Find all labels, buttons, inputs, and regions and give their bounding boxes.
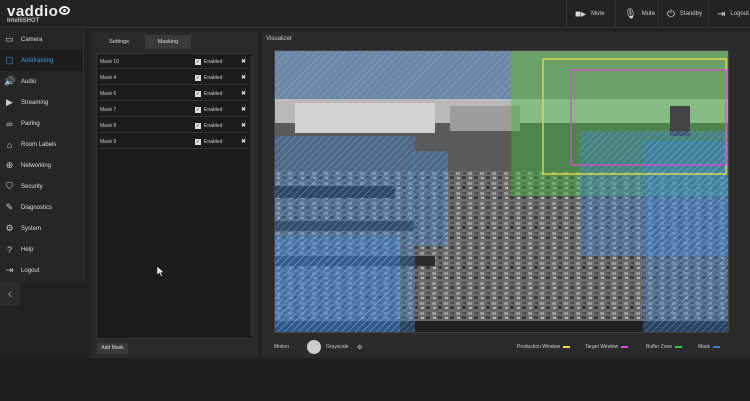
power-icon: ⏻ <box>667 8 675 20</box>
top-bar: vaddio IntelliSHOT ■▸ Mute 🎙 Mute ⏻ Stan… <box>0 0 750 28</box>
sidebar-item-logout[interactable]: ⇥ Logout <box>0 260 83 281</box>
tab-masking[interactable]: Masking <box>145 35 191 49</box>
autoframing-icon: ▢ <box>5 55 14 65</box>
mask-enabled-checkbox[interactable]: ✓ <box>195 123 201 129</box>
legend-swatch <box>712 346 720 348</box>
sidebar-item-security[interactable]: ⛉ Security <box>0 176 83 197</box>
mask-enabled-label: Enabled <box>204 91 223 97</box>
microphone-icon: 🎙 <box>624 8 637 20</box>
sidebar-item-networking[interactable]: ⊕ Networking <box>0 155 83 176</box>
delete-mask-icon[interactable]: ✖ <box>241 58 246 65</box>
link-icon: ∞ <box>6 118 13 129</box>
camera-icon: ▭ <box>5 34 14 44</box>
whiteboard <box>295 103 435 133</box>
sidebar-item-camera[interactable]: ▭ Camera <box>0 29 83 50</box>
legend-swatch <box>621 346 629 348</box>
mask-region <box>413 151 448 246</box>
sidebar-item-autoframing[interactable]: ▢ Autoframing <box>0 50 83 71</box>
mask-name: Mask 10 <box>100 59 119 65</box>
sidebar-item-room-labels[interactable]: ⌂ Room Labels <box>0 134 83 155</box>
legend-production-window: Production Window <box>517 344 571 350</box>
sidebar-item-streaming[interactable]: ▶ Streaming <box>0 92 83 113</box>
delete-mask-icon[interactable]: ✖ <box>241 74 246 81</box>
sidebar-item-system[interactable]: ⚙ System <box>0 218 83 239</box>
mask-row[interactable]: Mask 7 ✓ Enabled ✖ <box>99 104 248 117</box>
visualizer-frame <box>274 50 729 333</box>
mask-enabled-label: Enabled <box>204 123 223 129</box>
tab-settings[interactable]: Settings <box>97 35 141 49</box>
mask-name: Mask 4 <box>100 75 117 81</box>
gear-icon: ⚙ <box>5 223 14 233</box>
visualizer-legend: Motion Grayscale ⚙ Production Window Tar… <box>274 340 744 354</box>
video-camera-icon: ■▸ <box>575 8 587 20</box>
standby-button[interactable]: ⏻ Standby <box>658 0 710 28</box>
mask-enabled-label: Enabled <box>204 107 223 113</box>
video-mute-button[interactable]: ■▸ Mute <box>566 0 612 28</box>
mask-row[interactable]: Mask 9 ✓ Enabled ✖ <box>99 136 248 149</box>
mask-enabled-label: Enabled <box>204 75 223 81</box>
sidebar-item-diagnostics[interactable]: ✎ Diagnostics <box>0 197 83 218</box>
legend-swatch <box>563 346 571 348</box>
mask-name: Mask 8 <box>100 123 117 129</box>
mask-enabled-checkbox[interactable]: ✓ <box>195 75 201 81</box>
mask-row[interactable]: Mask 8 ✓ Enabled ✖ <box>99 120 248 133</box>
mask-enabled-checkbox[interactable]: ✓ <box>195 107 201 113</box>
play-icon: ▶ <box>6 97 13 107</box>
mask-region <box>275 236 400 332</box>
motion-label: Motion <box>274 344 290 350</box>
mask-region <box>643 141 728 332</box>
sidebar-item-pairing[interactable]: ∞ Pairing <box>0 113 83 134</box>
mask-list-scrollbar[interactable] <box>250 56 253 336</box>
visualizer-title: Visualizer <box>266 36 292 42</box>
mask-name: Mask 6 <box>100 91 117 97</box>
product-name: IntelliSHOT <box>7 18 40 24</box>
legend-target-window: Target Window <box>585 344 629 350</box>
network-icon: ⊕ <box>5 160 14 170</box>
mask-row[interactable]: Mask 4 ✓ Enabled ✖ <box>99 72 248 85</box>
wrench-icon: ✎ <box>5 202 14 212</box>
mask-row[interactable]: Mask 10 ✓ Enabled ✖ <box>99 56 248 69</box>
screen <box>450 106 520 131</box>
grayscale-label: Grayscale <box>326 344 349 350</box>
sidebar-item-audio[interactable]: 🔊 Audio <box>0 71 83 92</box>
mask-enabled-checkbox[interactable]: ✓ <box>195 91 201 97</box>
sidebar-collapse-button[interactable]: ‹ <box>0 282 20 306</box>
visualizer-panel: Visualizer Motion Grayscale ⚙ Production… <box>262 32 750 358</box>
mask-list: Mask 10 ✓ Enabled ✖ Mask 4 ✓ Enabled ✖ M… <box>96 53 254 339</box>
mask-name: Mask 9 <box>100 139 117 145</box>
legend-mask: Mask <box>698 344 720 350</box>
delete-mask-icon[interactable]: ✖ <box>241 90 246 97</box>
legend-buffer-zone: Buffer Zone <box>646 344 683 350</box>
settings-gear-icon[interactable]: ⚙ <box>357 344 362 351</box>
audio-mute-button[interactable]: 🎙 Mute <box>615 0 663 28</box>
logout-icon: ⇥ <box>717 8 726 20</box>
mask-enabled-label: Enabled <box>204 59 223 65</box>
grayscale-toggle[interactable] <box>307 340 321 354</box>
mask-name: Mask 7 <box>100 107 117 113</box>
mask-enabled-checkbox[interactable]: ✓ <box>195 59 201 65</box>
mask-enabled-checkbox[interactable]: ✓ <box>195 139 201 145</box>
masking-panel: Settings Masking Mask 10 ✓ Enabled ✖ Mas… <box>91 32 258 358</box>
mask-row[interactable]: Mask 6 ✓ Enabled ✖ <box>99 88 248 101</box>
help-icon: ? <box>6 244 12 255</box>
mouse-cursor-icon <box>157 266 164 277</box>
mask-region <box>275 51 511 99</box>
mask-enabled-label: Enabled <box>204 139 223 145</box>
sidebar-item-help[interactable]: ? Help <box>0 239 83 260</box>
logo-eye-icon <box>59 6 71 15</box>
speaker-icon: 🔊 <box>4 76 16 86</box>
delete-mask-icon[interactable]: ✖ <box>241 122 246 129</box>
logout-icon: ⇥ <box>5 265 14 275</box>
delete-mask-icon[interactable]: ✖ <box>241 106 246 113</box>
logout-button[interactable]: ⇥ Logout <box>708 0 750 28</box>
tag-icon: ⌂ <box>6 139 13 150</box>
camera-feed-view <box>275 51 728 332</box>
sidebar: ▭ Camera ▢ Autoframing 🔊 Audio ▶ Streaming ∞… <box>0 29 84 282</box>
page-footer-area <box>0 358 750 401</box>
add-mask-button[interactable]: Add Mask <box>97 343 128 354</box>
legend-swatch <box>675 346 683 348</box>
delete-mask-icon[interactable]: ✖ <box>241 138 246 145</box>
shield-icon: ⛉ <box>6 181 13 191</box>
